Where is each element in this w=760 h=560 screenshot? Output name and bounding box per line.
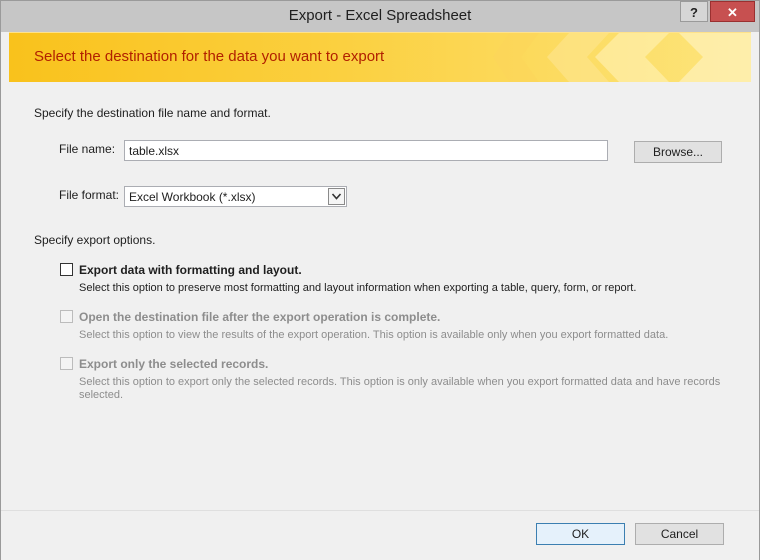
file-name-label: File name: bbox=[59, 142, 116, 156]
export-formatting-checkbox[interactable] bbox=[60, 263, 73, 276]
window-title: Export - Excel Spreadsheet bbox=[288, 7, 472, 24]
close-button[interactable]: ✕ bbox=[710, 1, 755, 22]
open-destination-label[interactable]: Open the destination file after the expo… bbox=[79, 310, 440, 324]
selected-records-checkbox[interactable] bbox=[60, 357, 73, 370]
file-format-value: Excel Workbook (*.xlsx) bbox=[129, 190, 256, 204]
help-button[interactable]: ? bbox=[680, 1, 708, 22]
selected-records-description-cont: selected. bbox=[79, 389, 124, 401]
file-format-select[interactable]: Excel Workbook (*.xlsx) bbox=[124, 186, 347, 207]
cancel-button[interactable]: Cancel bbox=[635, 523, 724, 545]
selected-records-label[interactable]: Export only the selected records. bbox=[79, 357, 268, 371]
banner-title: Select the destination for the data you … bbox=[34, 48, 385, 65]
header-banner: Select the destination for the data you … bbox=[9, 32, 751, 82]
export-dialog: Export - Excel Spreadsheet ? ✕ Select th… bbox=[0, 0, 760, 560]
export-formatting-description: Select this option to preserve most form… bbox=[79, 282, 637, 294]
selected-records-description: Select this option to export only the se… bbox=[79, 376, 721, 388]
open-destination-description: Select this option to view the results o… bbox=[79, 329, 669, 341]
export-formatting-label[interactable]: Export data with formatting and layout. bbox=[79, 263, 302, 277]
destination-heading: Specify the destination file name and fo… bbox=[34, 106, 271, 120]
title-bar[interactable]: Export - Excel Spreadsheet ? ✕ bbox=[1, 1, 759, 32]
dialog-footer: OK Cancel bbox=[1, 510, 759, 560]
browse-button[interactable]: Browse... bbox=[634, 141, 722, 163]
file-name-input[interactable]: table.xlsx bbox=[124, 140, 608, 161]
file-format-label: File format: bbox=[59, 188, 120, 202]
chevron-down-icon[interactable] bbox=[328, 188, 345, 205]
ok-button[interactable]: OK bbox=[536, 523, 625, 545]
dialog-content: Specify the destination file name and fo… bbox=[9, 82, 751, 509]
open-destination-checkbox[interactable] bbox=[60, 310, 73, 323]
options-heading: Specify export options. bbox=[34, 233, 156, 247]
